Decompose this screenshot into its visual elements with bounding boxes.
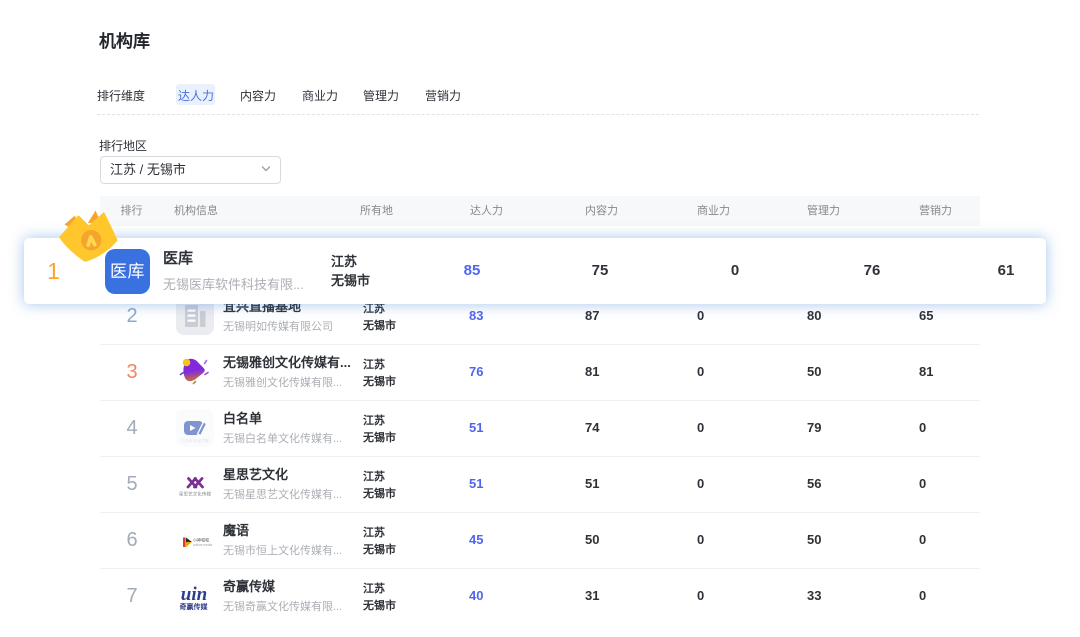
svg-text:小神呱呱: 小神呱呱 — [193, 537, 209, 543]
svg-text:uin: uin — [181, 584, 207, 605]
svg-text:白名单文化传媒: 白名单文化传媒 — [181, 437, 209, 443]
svg-text:星思艺文化传媒: 星思艺文化传媒 — [179, 491, 212, 498]
svg-text:奇赢传媒: 奇赢传媒 — [180, 602, 209, 611]
svg-text:culture media: culture media — [193, 543, 212, 547]
